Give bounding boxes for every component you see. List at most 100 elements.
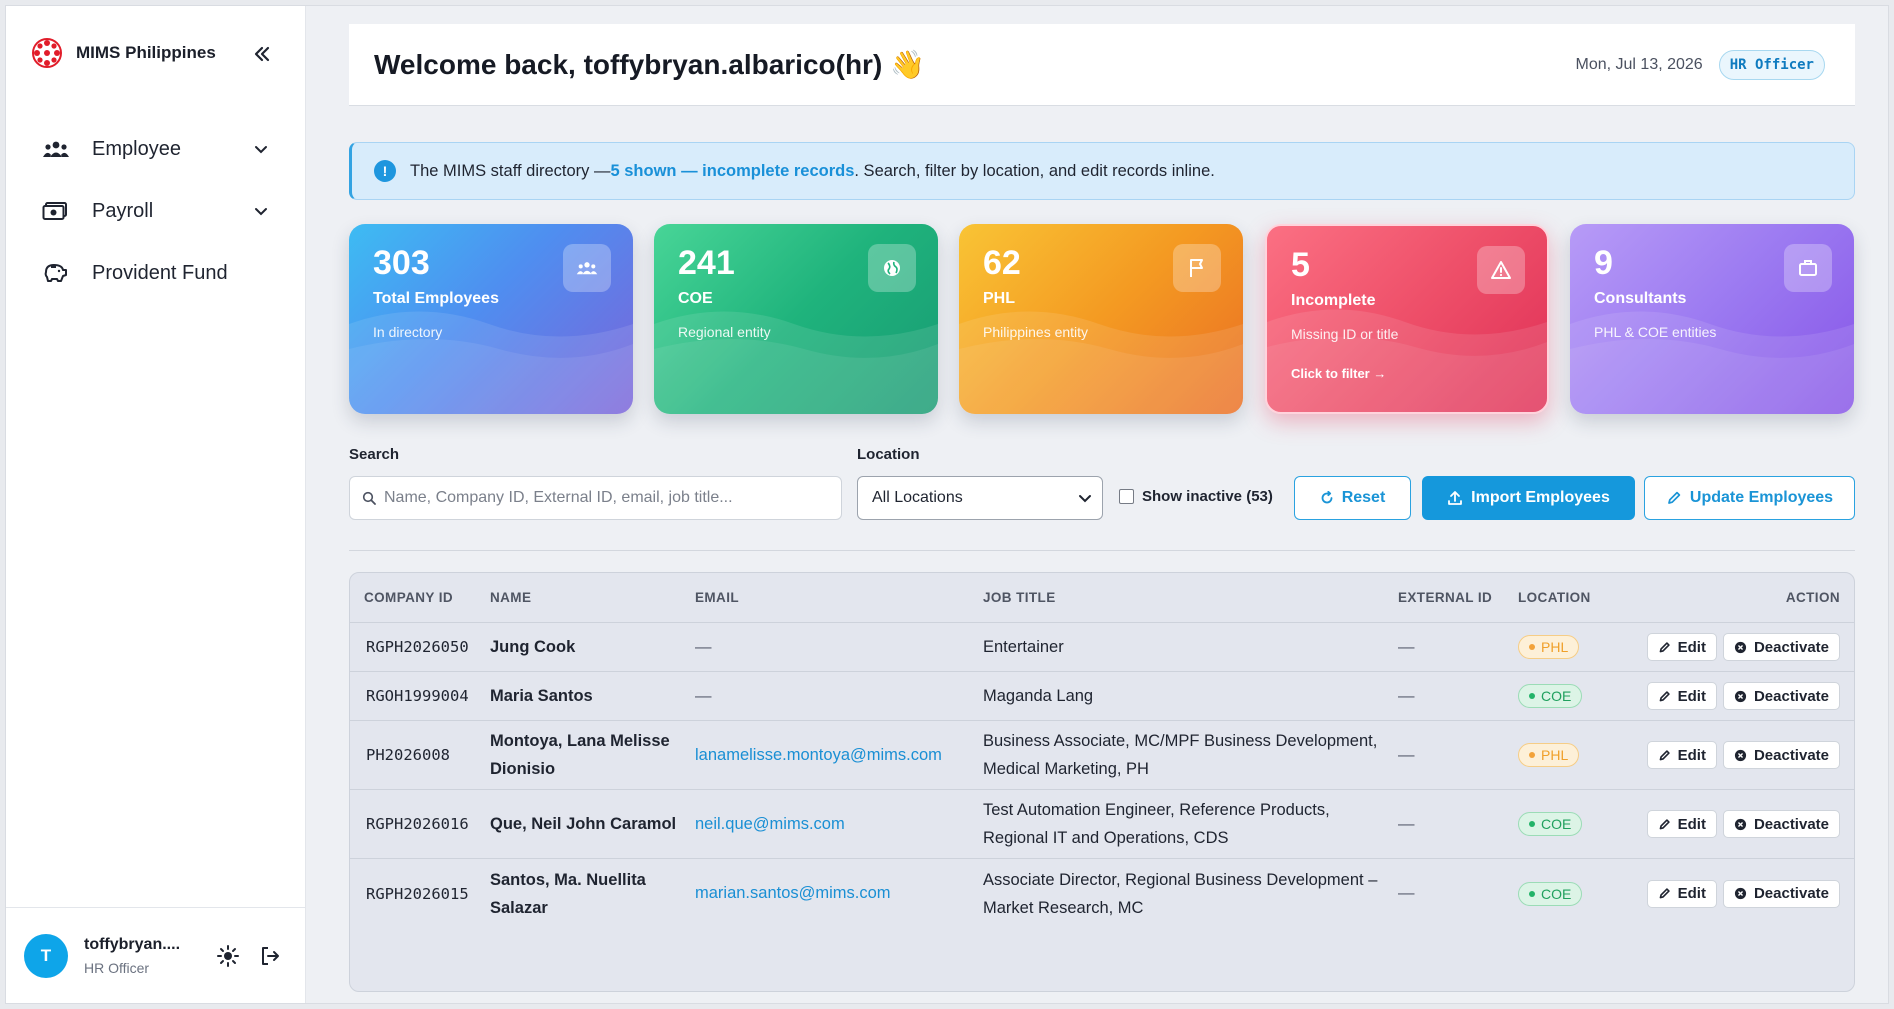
stat-value: 62 (983, 244, 1021, 282)
sidebar: MIMS Philippines Employee Payroll Provid… (6, 6, 306, 1003)
logout-icon (262, 946, 279, 965)
stat-title: PHL (983, 290, 1015, 307)
show-inactive-checkbox[interactable] (1119, 489, 1134, 504)
cell-email[interactable]: marian.santos@mims.com (695, 884, 983, 903)
search-input[interactable] (384, 489, 824, 507)
table-row[interactable]: RGPH2026015 Santos, Ma. Nuellita Salazar… (350, 859, 1854, 928)
sidebar-item-provident-fund[interactable]: Provident Fund (6, 242, 305, 304)
edit-button[interactable]: Edit (1646, 633, 1717, 661)
cell-company-id: RGPH2026016 (366, 815, 469, 833)
filter-bar: Search Location All Locations Show inact… (349, 446, 1855, 536)
upload-icon (1448, 491, 1463, 505)
current-date: Mon, Jul 13, 2026 (1575, 55, 1703, 73)
cell-company-id: RGPH2026015 (366, 884, 469, 903)
logout-button[interactable] (254, 940, 286, 972)
cell-location: COE (1518, 812, 1620, 836)
cell-email[interactable]: lanamelisse.montoya@mims.com (695, 746, 983, 765)
app-window: MIMS Philippines Employee Payroll Provid… (5, 5, 1889, 1004)
sidebar-item-payroll[interactable]: Payroll (6, 180, 305, 242)
banner-link[interactable]: 5 shown — incomplete records (611, 162, 855, 181)
deactivate-button[interactable]: Deactivate (1722, 741, 1840, 769)
stat-card-consultants[interactable]: 9 Consultants PHL & COE entities (1570, 224, 1854, 414)
column-header[interactable]: JOB TITLE (983, 584, 1398, 612)
money-icon (42, 198, 72, 224)
stat-value: 241 (678, 244, 735, 282)
show-inactive-toggle[interactable]: Show inactive (53) (1119, 488, 1273, 505)
show-inactive-label: Show inactive (53) (1142, 488, 1273, 505)
edit-button[interactable]: Edit (1646, 682, 1717, 710)
column-header[interactable]: COMPANY ID (350, 590, 490, 605)
sidebar-nav: Employee Payroll Provident Fund (6, 118, 305, 304)
deactivate-button[interactable]: Deactivate (1722, 810, 1840, 838)
table-header: COMPANY ID NAME EMAIL JOB TITLE EXTERNAL… (350, 573, 1854, 623)
flag-icon (1173, 244, 1221, 292)
cell-name: Santos, Ma. Nuellita Salazar (490, 870, 646, 917)
table-row[interactable]: RGPH2026016 Que, Neil John Caramol neil.… (350, 790, 1854, 859)
deactivate-button[interactable]: Deactivate (1722, 633, 1840, 661)
edit-button[interactable]: Edit (1646, 879, 1717, 908)
users-icon (42, 136, 72, 162)
banner-suffix: . Search, filter by location, and edit r… (854, 161, 1215, 180)
cell-email: — (695, 686, 712, 705)
update-employees-button[interactable]: Update Employees (1644, 476, 1855, 520)
deactivate-button[interactable]: Deactivate (1722, 682, 1840, 710)
column-header[interactable]: EXTERNAL ID (1398, 590, 1518, 605)
sidebar-item-label: Payroll (92, 199, 154, 222)
cell-external-id: — (1398, 814, 1415, 833)
location-label: Location (857, 446, 920, 463)
collapse-sidebar-button[interactable] (248, 40, 276, 68)
sidebar-item-employee[interactable]: Employee (6, 118, 305, 180)
user-name: toffybryan.... (84, 935, 181, 953)
table-row[interactable]: RGPH2026050 Jung Cook — Entertainer — PH… (350, 623, 1854, 672)
reset-button[interactable]: Reset (1294, 476, 1411, 520)
reset-icon (1321, 491, 1333, 504)
stat-subtitle: Philippines entity (983, 324, 1089, 340)
brand-logo-icon (32, 38, 62, 68)
pencil-icon (1659, 690, 1670, 701)
user-profile: T toffybryan.... HR Officer (6, 907, 305, 1003)
table-row[interactable]: RGOH1999004 Maria Santos — Maganda Lang … (350, 672, 1854, 721)
theme-toggle-button[interactable] (212, 940, 244, 972)
location-select[interactable]: All Locations (857, 476, 1103, 520)
divider (349, 550, 1855, 551)
location-badge: COE (1518, 812, 1583, 836)
cell-name: Montoya, Lana Melisse Dionisio (490, 732, 670, 778)
stat-title: Total Employees (373, 290, 499, 307)
cell-actions: Edit Deactivate (1620, 879, 1854, 908)
import-employees-button[interactable]: Import Employees (1422, 476, 1635, 520)
page-title: Welcome back, toffybryan.albarico(hr) 👋 (374, 49, 925, 80)
stat-card-incomplete[interactable]: 5 Incomplete Missing ID or title Click t… (1265, 224, 1549, 414)
edit-button[interactable]: Edit (1646, 810, 1717, 838)
click-to-filter-link[interactable]: Click to filter → (1291, 366, 1386, 381)
deactivate-button[interactable]: Deactivate (1722, 879, 1840, 908)
cell-job-title: Test Automation Engineer, Reference Prod… (983, 801, 1330, 847)
table-row[interactable]: PH2026008 Montoya, Lana Melisse Dionisio… (350, 721, 1854, 790)
cell-actions: Edit Deactivate (1620, 633, 1854, 661)
column-header[interactable]: NAME (490, 584, 695, 612)
piggy-bank-icon (42, 260, 72, 286)
column-header[interactable]: LOCATION (1518, 590, 1620, 605)
x-circle-icon (1734, 818, 1747, 830)
chevron-down-icon (255, 208, 267, 216)
pencil-icon (1668, 491, 1681, 504)
banner-prefix: The MIMS staff directory — (410, 161, 611, 180)
stat-card-total-employees[interactable]: 303 Total Employees In directory (349, 224, 633, 414)
cell-external-id: — (1398, 686, 1415, 705)
cell-name: Que, Neil John Caramol (490, 815, 677, 833)
stat-card-phl[interactable]: 62 PHL Philippines entity (959, 224, 1243, 414)
stat-card-coe[interactable]: 241 COE Regional entity (654, 224, 938, 414)
role-badge: HR Officer (1718, 49, 1825, 80)
cell-email[interactable]: neil.que@mims.com (695, 815, 983, 834)
warning-icon (1477, 246, 1525, 294)
column-header[interactable]: EMAIL (695, 590, 983, 605)
cell-job-title: Entertainer (983, 638, 1064, 656)
stat-title: Consultants (1594, 290, 1687, 307)
search-field[interactable] (349, 476, 842, 520)
stat-value: 9 (1594, 244, 1613, 282)
edit-button[interactable]: Edit (1646, 741, 1717, 769)
brand[interactable]: MIMS Philippines (30, 36, 216, 70)
cell-company-id: RGPH2026050 (366, 638, 469, 656)
cell-job-title: Business Associate, MC/MPF Business Deve… (983, 732, 1378, 778)
avatar[interactable]: T (24, 933, 68, 978)
stat-value: 303 (373, 244, 430, 282)
